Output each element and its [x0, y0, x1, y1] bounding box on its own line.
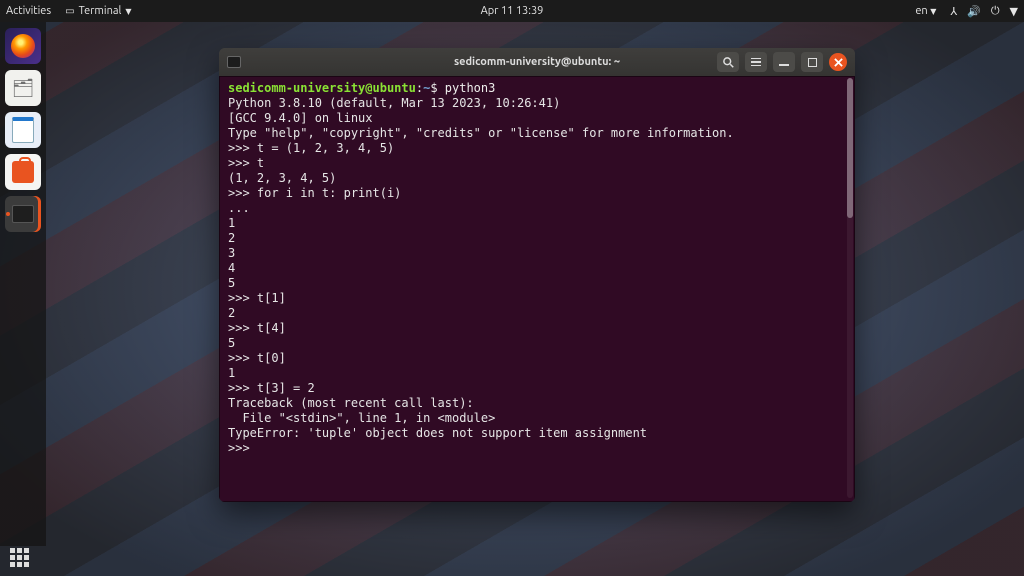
close-button[interactable]	[829, 53, 847, 71]
hamburger-menu-button[interactable]	[745, 52, 767, 72]
dock-app-firefox[interactable]	[5, 28, 41, 64]
firefox-icon	[11, 34, 35, 58]
app-menu[interactable]: ▭ Terminal ▼	[65, 5, 131, 17]
chevron-down-icon: ▼	[1010, 5, 1018, 18]
maximize-icon	[808, 58, 817, 67]
close-icon	[834, 58, 843, 67]
terminal-body[interactable]: sedicomm-university@ubuntu:~$ python3 Py…	[219, 76, 855, 502]
maximize-button[interactable]	[801, 52, 823, 72]
scrollbar[interactable]	[847, 78, 853, 498]
terminal-app-icon: ▭	[65, 5, 74, 17]
menu-icon	[751, 58, 761, 67]
terminal-app-icon	[227, 56, 241, 68]
show-applications-button[interactable]	[10, 548, 30, 568]
minimize-icon	[779, 64, 789, 66]
dock-app-terminal[interactable]	[5, 196, 41, 232]
search-icon	[722, 56, 734, 68]
dock-app-files[interactable]: 🗂	[5, 70, 41, 106]
search-button[interactable]	[717, 52, 739, 72]
chevron-down-icon: ▼	[125, 7, 131, 16]
lang-indicator[interactable]: en ▼	[915, 5, 936, 17]
document-icon	[12, 117, 34, 143]
dock: 🗂	[0, 22, 46, 546]
volume-icon: 🔊	[967, 5, 981, 18]
chevron-down-icon: ▼	[930, 7, 936, 16]
system-status-area[interactable]: ⅄ 🔊 ⏻ ▼	[950, 5, 1018, 18]
app-menu-label: Terminal	[79, 5, 122, 17]
clock[interactable]: Apr 11 13:39	[481, 5, 544, 17]
network-icon: ⅄	[950, 5, 957, 18]
shopping-bag-icon	[12, 161, 34, 183]
terminal-icon	[12, 205, 34, 223]
running-indicator-icon	[6, 212, 10, 216]
window-title-bar[interactable]: sedicomm-university@ubuntu: ~	[219, 48, 855, 76]
terminal-window: sedicomm-university@ubuntu: ~ sedicomm-u…	[219, 48, 855, 502]
dock-app-writer[interactable]	[5, 112, 41, 148]
top-bar: Activities ▭ Terminal ▼ Apr 11 13:39 en …	[0, 0, 1024, 22]
dock-app-software[interactable]	[5, 154, 41, 190]
activities-button[interactable]: Activities	[6, 5, 51, 17]
minimize-button[interactable]	[773, 52, 795, 72]
power-icon: ⏻	[991, 5, 1000, 18]
scrollbar-thumb[interactable]	[847, 78, 853, 218]
folder-icon: 🗂	[12, 78, 35, 99]
window-title: sedicomm-university@ubuntu: ~	[454, 56, 620, 68]
